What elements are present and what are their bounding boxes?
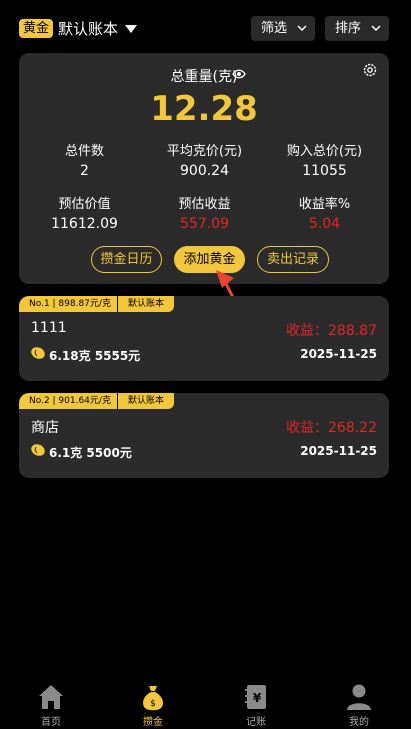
gold-item-card[interactable]: No.2 | 901.64元/克 默认账本 商店 收益：268.22 6.1克 …: [19, 393, 389, 478]
tab-ledger[interactable]: ¥ 记账: [205, 678, 307, 729]
gold-bean-icon: [31, 347, 45, 359]
filter-button[interactable]: 筛选: [251, 16, 315, 41]
stat-value-avg-price: 900.24: [180, 163, 229, 179]
money-bag-icon: $: [143, 686, 163, 711]
tab-home[interactable]: 首页: [0, 678, 102, 729]
summary-card: 总重量(克) 12.28 总件数 2 平均克价(元) 900.24 购入总价(元…: [19, 53, 389, 284]
item-name: 商店: [31, 420, 59, 436]
bottom-tab-bar: 首页 $ 攒金 ¥ 记账 我的: [0, 678, 411, 729]
sell-records-button[interactable]: 卖出记录: [257, 246, 329, 273]
item-profit: 收益：268.22: [286, 420, 377, 436]
tab-save-gold[interactable]: $ 攒金: [102, 678, 204, 729]
filter-button-label: 筛选: [261, 21, 288, 36]
item-index-price: No.2 | 901.64元/克: [29, 396, 111, 406]
item-weight-cost: 6.1克 5500元: [49, 446, 132, 460]
top-bar: 黄金 默认账本 筛选 排序: [0, 0, 411, 56]
stat-value-total-cost: 11055: [302, 163, 347, 179]
stat-label-total-cost: 购入总价(元): [286, 144, 363, 159]
item-name: 1111: [31, 320, 67, 336]
stat-value-profit-rate: 5.04: [308, 216, 341, 232]
stat-label-count: 总件数: [64, 144, 104, 159]
sort-button[interactable]: 排序: [325, 16, 389, 41]
stat-value-est-value: 11612.09: [51, 216, 118, 232]
item-badge: No.2 | 901.64元/克 默认账本: [19, 393, 174, 409]
item-date: 2025-11-25: [300, 444, 377, 458]
stat-label-est-value: 预估价值: [58, 197, 111, 212]
sort-button-label: 排序: [335, 21, 362, 36]
gold-bean-icon: [31, 444, 45, 456]
total-weight-value: 12.28: [150, 89, 258, 129]
item-index-price: No.1 | 898.87元/克: [29, 299, 111, 309]
tab-profile-label: 我的: [349, 717, 369, 728]
item-book: 默认账本: [116, 296, 174, 312]
item-badge: No.1 | 898.87元/克 默认账本: [19, 296, 174, 312]
home-icon: [39, 685, 63, 709]
stat-label-profit-rate: 收益率%: [298, 197, 351, 212]
tab-save-gold-label: 攒金: [143, 717, 163, 728]
tab-ledger-label: 记账: [246, 717, 266, 728]
stat-label-est-profit: 预估收益: [178, 197, 231, 212]
tab-home-label: 首页: [41, 717, 61, 728]
book-selector[interactable]: 默认账本: [58, 19, 118, 39]
gold-calendar-button[interactable]: 攒金日历: [91, 246, 162, 273]
gear-icon[interactable]: [362, 62, 378, 78]
total-weight-title: 总重量(克): [170, 69, 238, 85]
svg-text:¥: ¥: [253, 691, 262, 705]
chevron-down-icon: [297, 25, 307, 32]
chevron-down-icon: [371, 25, 381, 32]
item-date: 2025-11-25: [300, 347, 377, 361]
tab-profile[interactable]: 我的: [308, 678, 410, 729]
metal-type-tag: 黄金: [19, 19, 54, 38]
item-weight-cost: 6.18克 5555元: [49, 349, 141, 363]
gold-item-card[interactable]: No.1 | 898.87元/克 默认账本 1111 收益：288.87 6.1…: [19, 296, 389, 381]
eye-icon[interactable]: [232, 68, 246, 80]
user-icon: [347, 684, 371, 710]
caret-down-icon[interactable]: [124, 24, 138, 34]
stat-label-avg-price: 平均克价(元): [166, 144, 243, 159]
stat-value-count: 2: [80, 163, 89, 179]
svg-text:$: $: [150, 699, 156, 709]
stat-value-est-profit: 557.09: [180, 216, 229, 232]
item-book: 默认账本: [116, 393, 174, 409]
ledger-book-icon: ¥: [245, 685, 266, 709]
item-profit: 收益：288.87: [286, 323, 377, 339]
